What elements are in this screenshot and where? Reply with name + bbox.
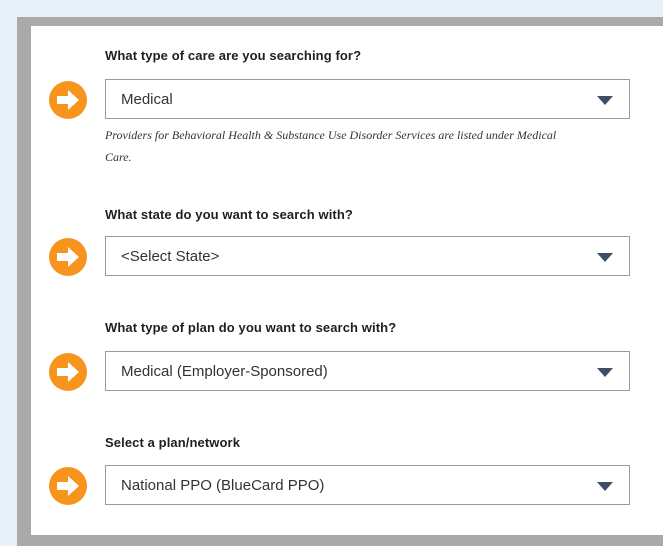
care-type-label: What type of care are you searching for? bbox=[105, 48, 362, 63]
plan-network-select[interactable]: National PPO (BlueCard PPO) bbox=[105, 465, 630, 505]
plan-network-value: National PPO (BlueCard PPO) bbox=[121, 477, 325, 494]
care-type-value: Medical bbox=[121, 91, 173, 108]
step-arrow-icon bbox=[49, 238, 87, 276]
step-arrow-icon bbox=[49, 467, 87, 505]
state-select[interactable]: <Select State> bbox=[105, 236, 630, 276]
plan-type-label: What type of plan do you want to search … bbox=[105, 320, 397, 335]
state-label: What state do you want to search with? bbox=[105, 207, 353, 222]
step-arrow-icon bbox=[49, 353, 87, 391]
care-type-note: Providers for Behavioral Health & Substa… bbox=[105, 128, 557, 164]
plan-type-value: Medical (Employer-Sponsored) bbox=[121, 363, 328, 380]
plan-type-select[interactable]: Medical (Employer-Sponsored) bbox=[105, 351, 630, 391]
plan-network-label: Select a plan/network bbox=[105, 435, 241, 450]
state-value: <Select State> bbox=[121, 248, 220, 265]
care-type-select[interactable]: Medical bbox=[105, 79, 630, 119]
caret-down-icon bbox=[597, 368, 613, 377]
caret-down-icon bbox=[597, 96, 613, 105]
step-arrow-icon bbox=[49, 81, 87, 119]
caret-down-icon bbox=[597, 482, 613, 491]
caret-down-icon bbox=[597, 253, 613, 262]
